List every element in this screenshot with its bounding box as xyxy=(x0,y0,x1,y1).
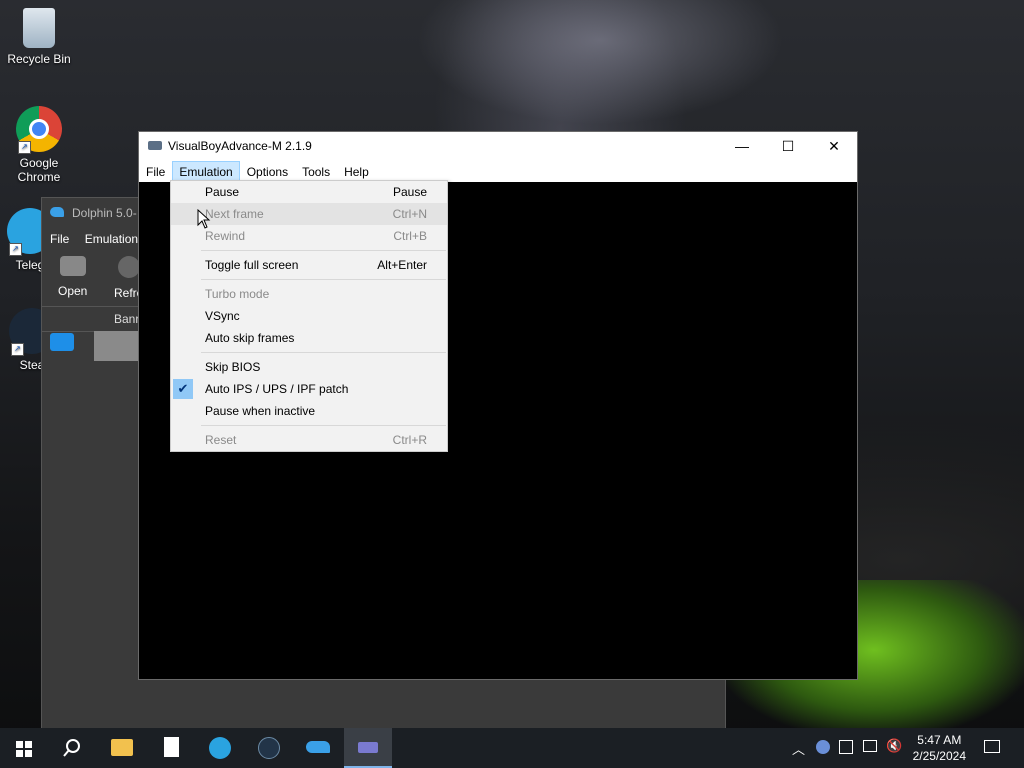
taskbar-notepad[interactable] xyxy=(148,728,196,768)
menu-item-label: Skip BIOS xyxy=(205,360,261,374)
steam-icon xyxy=(258,737,280,759)
security-icon[interactable] xyxy=(839,740,853,754)
volume-muted-icon[interactable]: 🔇 xyxy=(886,738,902,754)
chrome-icon: ↗ xyxy=(16,106,62,154)
menu-item-skip-bios[interactable]: Skip BIOS xyxy=(171,356,447,378)
vba-title: VisualBoyAdvance-M 2.1.9 xyxy=(168,139,312,153)
menu-item-accel: Pause xyxy=(392,185,427,199)
menu-item-turbo-mode[interactable]: Turbo mode xyxy=(171,283,447,305)
dolphin-open-label: Open xyxy=(58,284,88,298)
clock-time: 5:47 AM xyxy=(917,733,962,747)
taskbar-vba[interactable] xyxy=(344,728,392,768)
minimize-button[interactable]: — xyxy=(719,132,765,160)
folder-icon xyxy=(111,739,133,756)
menu-item-accel: Alt+Enter xyxy=(377,258,427,272)
menu-item-auto-patch[interactable]: ✔ Auto IPS / UPS / IPF patch xyxy=(171,378,447,400)
dolphin-icon xyxy=(306,741,330,753)
dolphin-menu-file[interactable]: File xyxy=(50,232,69,246)
menu-item-label: Auto skip frames xyxy=(205,331,295,345)
menu-help[interactable]: Help xyxy=(337,162,376,182)
taskbar-dolphin[interactable] xyxy=(294,728,342,768)
menu-item-pause[interactable]: Pause Pause xyxy=(171,181,447,203)
menu-item-reset[interactable]: Reset Ctrl+R xyxy=(171,429,447,451)
notification-icon xyxy=(984,740,1000,753)
menu-separator xyxy=(201,352,446,353)
search-icon xyxy=(63,739,80,757)
chevron-up-icon[interactable]: ︿ xyxy=(792,739,805,758)
system-tray: ︿ 🔇 xyxy=(790,728,910,768)
menu-item-label: Auto IPS / UPS / IPF patch xyxy=(205,382,349,396)
dolphin-open-button[interactable]: Open xyxy=(58,256,87,298)
menu-options[interactable]: Options xyxy=(240,162,295,182)
telegram-icon xyxy=(209,737,231,759)
menu-item-auto-skip-frames[interactable]: Auto skip frames xyxy=(171,327,447,349)
menu-item-vsync[interactable]: VSync xyxy=(171,305,447,327)
menu-separator xyxy=(201,250,446,251)
windows-logo-icon xyxy=(16,741,32,757)
menu-item-label: Next frame xyxy=(205,207,264,221)
menu-item-label: Rewind xyxy=(205,229,246,243)
dolphin-logo-icon xyxy=(50,207,64,217)
desktop-icon-recycle-bin[interactable]: Recycle Bin xyxy=(1,8,77,66)
gba-app-icon xyxy=(148,141,162,150)
menu-item-label: Pause when inactive xyxy=(205,404,316,418)
dolphin-game-row[interactable] xyxy=(50,331,154,361)
clock-date: 2/25/2024 xyxy=(912,749,966,763)
menu-file[interactable]: File xyxy=(139,162,172,182)
checkmark-icon: ✔ xyxy=(173,379,193,399)
platform-icon xyxy=(50,333,74,351)
maximize-button[interactable]: ☐ xyxy=(765,132,811,160)
vba-title-bar[interactable]: VisualBoyAdvance-M 2.1.9 — ☐ ✕ xyxy=(139,132,857,160)
document-icon xyxy=(164,737,179,757)
start-button[interactable] xyxy=(0,728,48,768)
language-icon[interactable] xyxy=(816,740,830,754)
menu-item-label: Pause xyxy=(205,185,240,199)
desktop-icon-label: Recycle Bin xyxy=(7,52,71,66)
menu-item-next-frame[interactable]: Next frame Ctrl+N xyxy=(171,203,447,225)
emulation-menu: Pause Pause Next frame Ctrl+N Rewind Ctrl+B… xyxy=(170,180,448,452)
dolphin-menu-emulation[interactable]: Emulation xyxy=(85,232,138,246)
desktop-icon-label: Google Chrome xyxy=(17,156,61,184)
shortcut-arrow-icon: ↗ xyxy=(9,243,22,256)
menu-item-label: Reset xyxy=(205,433,237,447)
taskbar-steam[interactable] xyxy=(245,728,293,768)
menu-separator xyxy=(201,279,446,280)
menu-item-accel: Ctrl+R xyxy=(392,433,427,447)
menu-item-toggle-full-screen[interactable]: Toggle full screen Alt+Enter xyxy=(171,254,447,276)
taskbar-file-explorer[interactable] xyxy=(98,728,146,768)
menu-emulation[interactable]: Emulation xyxy=(172,161,240,181)
column-header-banner[interactable]: Banr xyxy=(114,312,139,326)
menu-separator xyxy=(201,425,446,426)
recycle-bin-icon xyxy=(23,8,55,48)
shortcut-arrow-icon: ↗ xyxy=(11,343,24,356)
gba-app-icon xyxy=(358,742,378,753)
notifications-button[interactable] xyxy=(968,728,1016,768)
close-button[interactable]: ✕ xyxy=(811,132,857,160)
menu-item-label: Turbo mode xyxy=(205,287,270,301)
taskbar-telegram[interactable] xyxy=(196,728,244,768)
shortcut-arrow-icon: ↗ xyxy=(18,141,31,154)
taskbar-clock[interactable]: 5:47 AM 2/25/2024 xyxy=(913,732,966,764)
menu-item-label: VSync xyxy=(205,309,240,323)
network-icon[interactable] xyxy=(863,740,877,752)
menu-tools[interactable]: Tools xyxy=(295,162,337,182)
menu-item-label: Toggle full screen xyxy=(205,258,299,272)
dolphin-title: Dolphin 5.0- xyxy=(72,206,137,220)
menu-item-accel: Ctrl+N xyxy=(392,207,427,221)
search-button[interactable] xyxy=(48,728,96,768)
desktop-icon-chrome[interactable]: ↗ Google Chrome xyxy=(1,106,77,184)
menu-item-pause-when-inactive[interactable]: Pause when inactive xyxy=(171,400,447,422)
taskbar: ︿ 🔇 5:47 AM 2/25/2024 xyxy=(0,728,1024,768)
menu-item-rewind[interactable]: Rewind Ctrl+B xyxy=(171,225,447,247)
menu-item-accel: Ctrl+B xyxy=(393,229,427,243)
refresh-icon xyxy=(117,256,140,278)
open-icon xyxy=(59,256,86,276)
